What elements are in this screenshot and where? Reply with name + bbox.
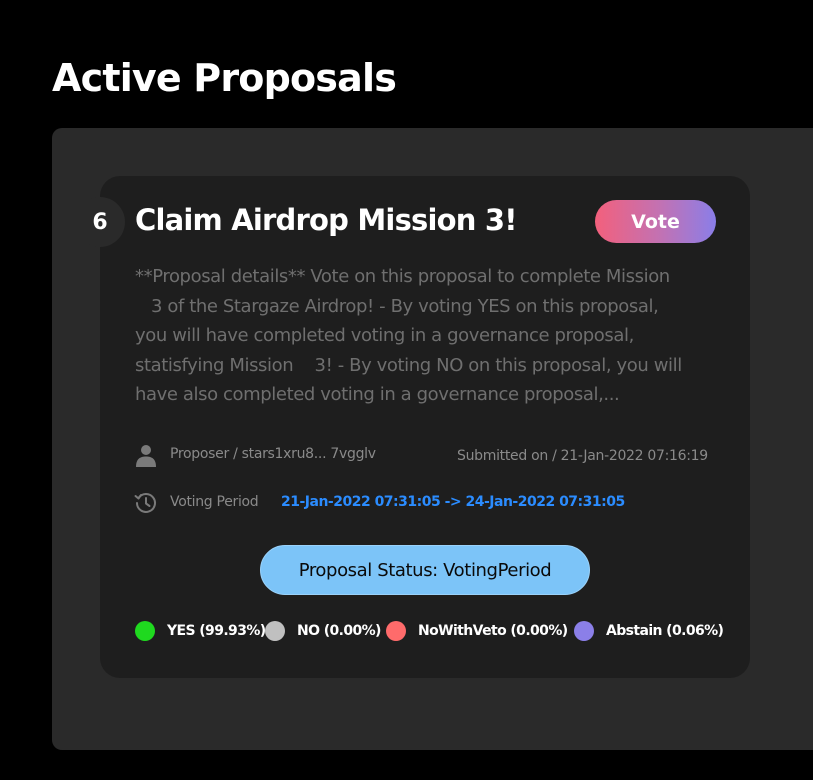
page-title: Active Proposals [52, 56, 397, 100]
no-dot-icon [265, 621, 285, 641]
user-icon [136, 445, 156, 467]
legend-yes: YES (99.93%) [135, 621, 266, 641]
legend-abstain: Abstain (0.06%) [574, 621, 724, 641]
history-clock-icon [134, 493, 156, 513]
proposal-title: Claim Airdrop Mission 3! [135, 203, 518, 237]
legend-label: NO (0.00%) [297, 623, 381, 639]
voting-period-value: 21-Jan-2022 07:31:05 -> 24-Jan-2022 07:3… [281, 494, 625, 510]
voting-period-label: Voting Period [170, 494, 259, 510]
proposer-text: Proposer / stars1xru8... 7vgglv [170, 446, 376, 462]
legend-no: NO (0.00%) [265, 621, 381, 641]
legend-label: YES (99.93%) [167, 623, 266, 639]
yes-dot-icon [135, 621, 155, 641]
vote-button[interactable]: Vote [595, 200, 716, 243]
proposal-description: **Proposal details** Vote on this propos… [135, 266, 682, 405]
legend-label: NoWithVeto (0.00%) [418, 623, 568, 639]
legend-label: Abstain (0.06%) [606, 623, 724, 639]
proposal-number-badge: 6 [75, 197, 125, 247]
submitted-text: Submitted on / 21-Jan-2022 07:16:19 [457, 448, 708, 464]
nowithveto-dot-icon [386, 621, 406, 641]
proposal-status-badge: Proposal Status: VotingPeriod [260, 545, 590, 595]
abstain-dot-icon [574, 621, 594, 641]
legend-nowithveto: NoWithVeto (0.00%) [386, 621, 568, 641]
proposal-card[interactable] [100, 176, 750, 678]
